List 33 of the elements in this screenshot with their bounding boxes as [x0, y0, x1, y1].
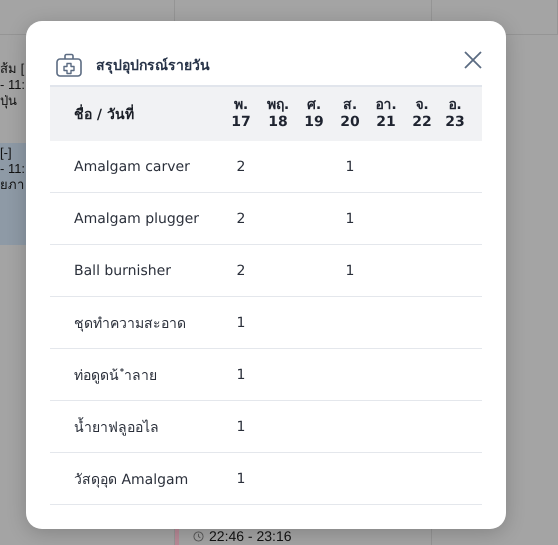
table-cell: 1	[236, 418, 246, 434]
table-cell: 1	[346, 210, 354, 226]
close-icon	[464, 51, 482, 69]
table-cell: 1	[346, 158, 354, 174]
event-time: 22:46 - 23:16	[209, 528, 292, 544]
table-cell-text: Amalgam carver	[73, 158, 191, 174]
table-cell: 1	[346, 262, 354, 278]
column-header: อ. 23	[445, 97, 465, 131]
table-cell: น้ำยาฟลูออไล	[50, 416, 222, 438]
column-header: พ. 17	[231, 97, 251, 131]
column-header: ศ. 19	[304, 97, 324, 131]
table-cell: 1	[236, 470, 246, 486]
column-header: อา. 21	[375, 97, 397, 131]
column-header: จ. 22	[412, 97, 432, 131]
medical-kit-icon	[56, 53, 82, 77]
event-card[interactable]: [-] - 11: ยภา	[0, 143, 26, 245]
column-header: ส. 20	[340, 97, 360, 131]
dialog-title: สรุปอุปกรณ์รายวัน	[96, 56, 210, 76]
column-header: ชื่อ / วันที่	[50, 103, 222, 125]
table-cell-text: ท่อดูดน้ ำลาย	[73, 366, 158, 386]
table-cell-text: วัสดุอุด Amalgam	[73, 470, 190, 490]
table-cell-text: ชุดทำความสะอาด	[73, 314, 187, 334]
table-cell-text: Amalgam plugger	[73, 210, 200, 226]
column-header: พฤ. 18	[266, 97, 290, 131]
close-button[interactable]	[462, 49, 484, 71]
table-cell: 1	[236, 366, 246, 382]
table-cell: 2	[236, 210, 246, 226]
table-cell: 1	[236, 314, 246, 330]
table-cell: 2	[236, 158, 246, 174]
table-cell-text: Ball burnisher	[73, 262, 172, 278]
clock-icon	[193, 530, 204, 542]
table-cell: 2	[236, 262, 246, 278]
event-card[interactable]: ส้ม [ - 11: ปุ่น	[0, 61, 26, 109]
